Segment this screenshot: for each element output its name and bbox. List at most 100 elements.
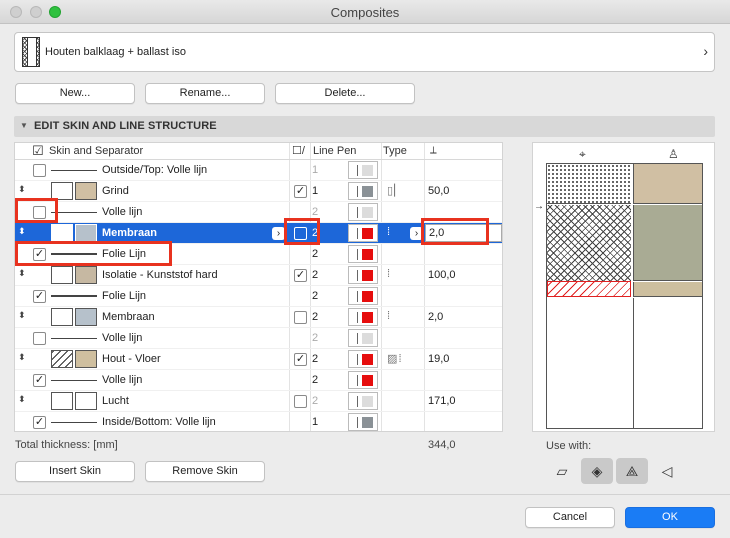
thickness-value[interactable]: 50,0 [428, 185, 449, 197]
pen-number: 1 [312, 185, 319, 197]
table-row[interactable]: ✓ Folie Lijn 2 [15, 286, 502, 307]
composite-thumbnail-icon [22, 37, 40, 67]
pen-number: 2 [312, 269, 319, 281]
new-button[interactable]: New... [15, 83, 135, 104]
slab-icon[interactable]: ◈ [581, 458, 613, 484]
wall-icon[interactable]: ▱ [546, 458, 578, 484]
row-check2[interactable] [294, 227, 307, 240]
row-check2[interactable] [294, 311, 307, 324]
remove-skin-button[interactable]: Remove Skin [145, 461, 265, 482]
fill-color-swatch[interactable] [75, 308, 97, 326]
row-name: Isolatie - Kunststof hard [102, 269, 218, 281]
row-checkbox[interactable] [33, 206, 46, 219]
roof-icon[interactable]: ⟁ [616, 458, 648, 484]
pen-swatch[interactable] [348, 413, 378, 431]
rename-button[interactable]: Rename... [145, 83, 265, 104]
skin-type-icon[interactable]: ⁞ [387, 268, 390, 280]
skin-type-icon[interactable]: ▯ ▏ [387, 184, 403, 197]
table-row[interactable]: ✓ Inside/Bottom: Volle lijn 1 [15, 412, 502, 431]
cancel-button[interactable]: Cancel [525, 507, 615, 528]
row-checkbox[interactable] [33, 332, 46, 345]
delete-button[interactable]: Delete... [275, 83, 415, 104]
row-name: Grind [102, 185, 129, 197]
fill-pattern-icon[interactable] [51, 266, 73, 284]
line-sample-icon [51, 253, 97, 255]
row-check2[interactable]: ✓ [294, 185, 307, 198]
fill-color-swatch[interactable] [75, 350, 97, 368]
title-bar: Composites [0, 0, 730, 24]
pen-swatch[interactable] [348, 350, 378, 368]
table-row[interactable]: ⬍ Isolatie - Kunststof hard ✓ 2 ⁞ 100,0 [15, 265, 502, 286]
pen-number: 2 [312, 374, 319, 386]
row-check2[interactable]: ✓ [294, 353, 307, 366]
row-check2[interactable] [294, 395, 307, 408]
disclosure-triangle-icon[interactable]: ▼ [20, 121, 28, 130]
drag-handle-icon[interactable]: ⬍ [18, 268, 26, 279]
fill-color-swatch[interactable] [75, 224, 97, 242]
thickness-input[interactable]: 2,0 [425, 224, 502, 242]
composite-name: Houten balklaag + ballast iso [45, 46, 186, 58]
skin-type-icon[interactable]: ⁞ [387, 226, 390, 238]
row-name: Membraan [102, 311, 155, 323]
table-row-selected[interactable]: ⬍ Membraan › 2 ⁞ › 2,0 [15, 223, 502, 244]
pen-swatch[interactable] [348, 203, 378, 221]
fill-color-swatch[interactable] [75, 182, 97, 200]
pen-swatch[interactable] [348, 329, 378, 347]
table-row[interactable]: ⬍ Grind ✓ 1 ▯ ▏ 50,0 [15, 181, 502, 202]
structure-preview: ⌖ ♙ → [532, 142, 715, 432]
table-row[interactable]: Outside/Top: Volle lijn 1 [15, 160, 502, 181]
fill-pattern-icon[interactable] [51, 182, 73, 200]
table-row[interactable]: Volle lijn 2 [15, 202, 502, 223]
thickness-value[interactable]: 100,0 [428, 269, 456, 281]
row-checkbox[interactable]: ✓ [33, 248, 46, 261]
pen-swatch[interactable] [348, 266, 378, 284]
table-row[interactable]: ⬍ Membraan 2 ⁞ 2,0 [15, 307, 502, 328]
pen-swatch[interactable] [348, 161, 378, 179]
insert-skin-button[interactable]: Insert Skin [15, 461, 135, 482]
section-header[interactable]: ▼ EDIT SKIN AND LINE STRUCTURE [14, 116, 715, 137]
shell-icon[interactable]: ◁ [651, 458, 683, 484]
row-checkbox[interactable]: ✓ [33, 290, 46, 303]
drag-handle-icon[interactable]: ⬍ [18, 352, 26, 363]
composite-selector[interactable]: Houten balklaag + ballast iso › [14, 32, 715, 72]
row-name: Membraan [102, 227, 158, 239]
pen-swatch[interactable] [348, 287, 378, 305]
ok-button[interactable]: OK [625, 507, 715, 528]
table-row[interactable]: Volle lijn 2 [15, 328, 502, 349]
pen-swatch[interactable] [348, 392, 378, 410]
drag-handle-icon[interactable]: ⬍ [18, 184, 26, 195]
drag-handle-icon[interactable]: ⬍ [18, 394, 26, 405]
row-name: Inside/Bottom: Volle lijn [102, 416, 216, 428]
fill-pattern-icon[interactable] [51, 392, 73, 410]
fill-pattern-icon[interactable] [51, 308, 73, 326]
row-name: Folie Lijn [102, 248, 147, 260]
fill-pattern-icon[interactable] [51, 224, 73, 242]
drag-handle-icon[interactable]: ⬍ [18, 226, 26, 237]
row-checkbox[interactable] [33, 164, 46, 177]
thickness-value[interactable]: 171,0 [428, 395, 456, 407]
table-row[interactable]: ⬍ Lucht 2 171,0 [15, 391, 502, 412]
drag-handle-icon[interactable]: ⬍ [18, 310, 26, 321]
table-row[interactable]: ✓ Folie Lijn 2 [15, 244, 502, 265]
table-row[interactable]: ⬍ Hout - Vloer ✓ 2 ▨ ⁞ 19,0 [15, 349, 502, 370]
pen-swatch[interactable] [348, 224, 378, 242]
skin-type-icon[interactable]: ⁞ [387, 310, 390, 322]
line-sample-icon [51, 170, 97, 171]
pen-swatch[interactable] [348, 245, 378, 263]
check-all-icon[interactable]: ☑ [32, 143, 44, 159]
pen-swatch[interactable] [348, 371, 378, 389]
row-checkbox[interactable]: ✓ [33, 416, 46, 429]
row-check2[interactable]: ✓ [294, 269, 307, 282]
fill-color-swatch[interactable] [75, 266, 97, 284]
fill-pattern-icon[interactable] [51, 350, 73, 368]
thickness-value[interactable]: 19,0 [428, 353, 449, 365]
table-row[interactable]: ✓ Volle lijn 2 [15, 370, 502, 391]
thickness-value[interactable]: 2,0 [428, 311, 443, 323]
pen-swatch[interactable] [348, 308, 378, 326]
skin-type-icon[interactable]: ▨ ⁞ [387, 352, 401, 365]
fill-color-swatch[interactable] [75, 392, 97, 410]
chevron-right-icon[interactable]: › [410, 227, 423, 240]
chevron-right-icon[interactable]: › [272, 227, 285, 240]
row-checkbox[interactable]: ✓ [33, 374, 46, 387]
pen-swatch[interactable] [348, 182, 378, 200]
